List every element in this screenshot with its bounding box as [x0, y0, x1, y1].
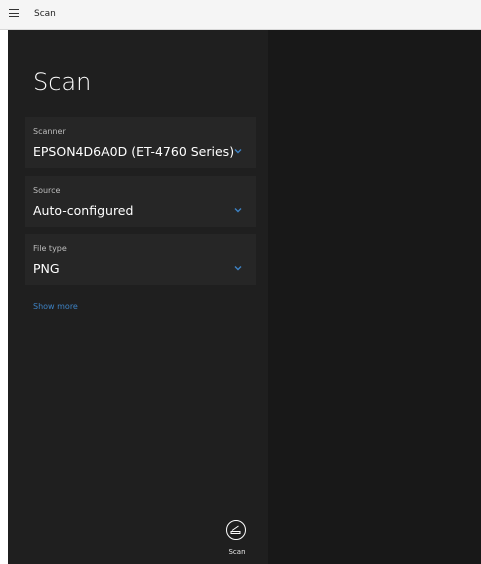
- hamburger-icon[interactable]: [9, 9, 19, 17]
- settings-pane: Scan Scanner EPSON4D6A0D (ET-4760 Series…: [8, 30, 268, 564]
- file-type-value: PNG: [33, 261, 60, 276]
- window-title: Scan: [34, 9, 56, 19]
- page-title: Scan: [33, 68, 92, 96]
- title-bar: Scan: [0, 0, 481, 30]
- scanner-dropdown[interactable]: Scanner EPSON4D6A0D (ET-4760 Series): [25, 117, 256, 168]
- source-label: Source: [33, 186, 61, 195]
- scanner-icon: [226, 520, 246, 540]
- scan-button[interactable]: Scan: [220, 520, 254, 564]
- source-dropdown[interactable]: Source Auto-configured: [25, 176, 256, 227]
- scanner-value: EPSON4D6A0D (ET-4760 Series): [33, 144, 235, 159]
- file-type-label: File type: [33, 244, 67, 253]
- chevron-down-icon: [234, 149, 242, 154]
- chevron-down-icon: [234, 208, 242, 213]
- chevron-down-icon: [234, 266, 242, 271]
- preview-area: [268, 30, 481, 564]
- scanner-label: Scanner: [33, 127, 66, 136]
- file-type-dropdown[interactable]: File type PNG: [25, 234, 256, 285]
- show-more-link[interactable]: Show more: [33, 302, 78, 311]
- scan-button-label: Scan: [228, 548, 246, 556]
- source-value: Auto-configured: [33, 203, 134, 218]
- app-window: Scan Scanner EPSON4D6A0D (ET-4760 Series…: [8, 30, 481, 564]
